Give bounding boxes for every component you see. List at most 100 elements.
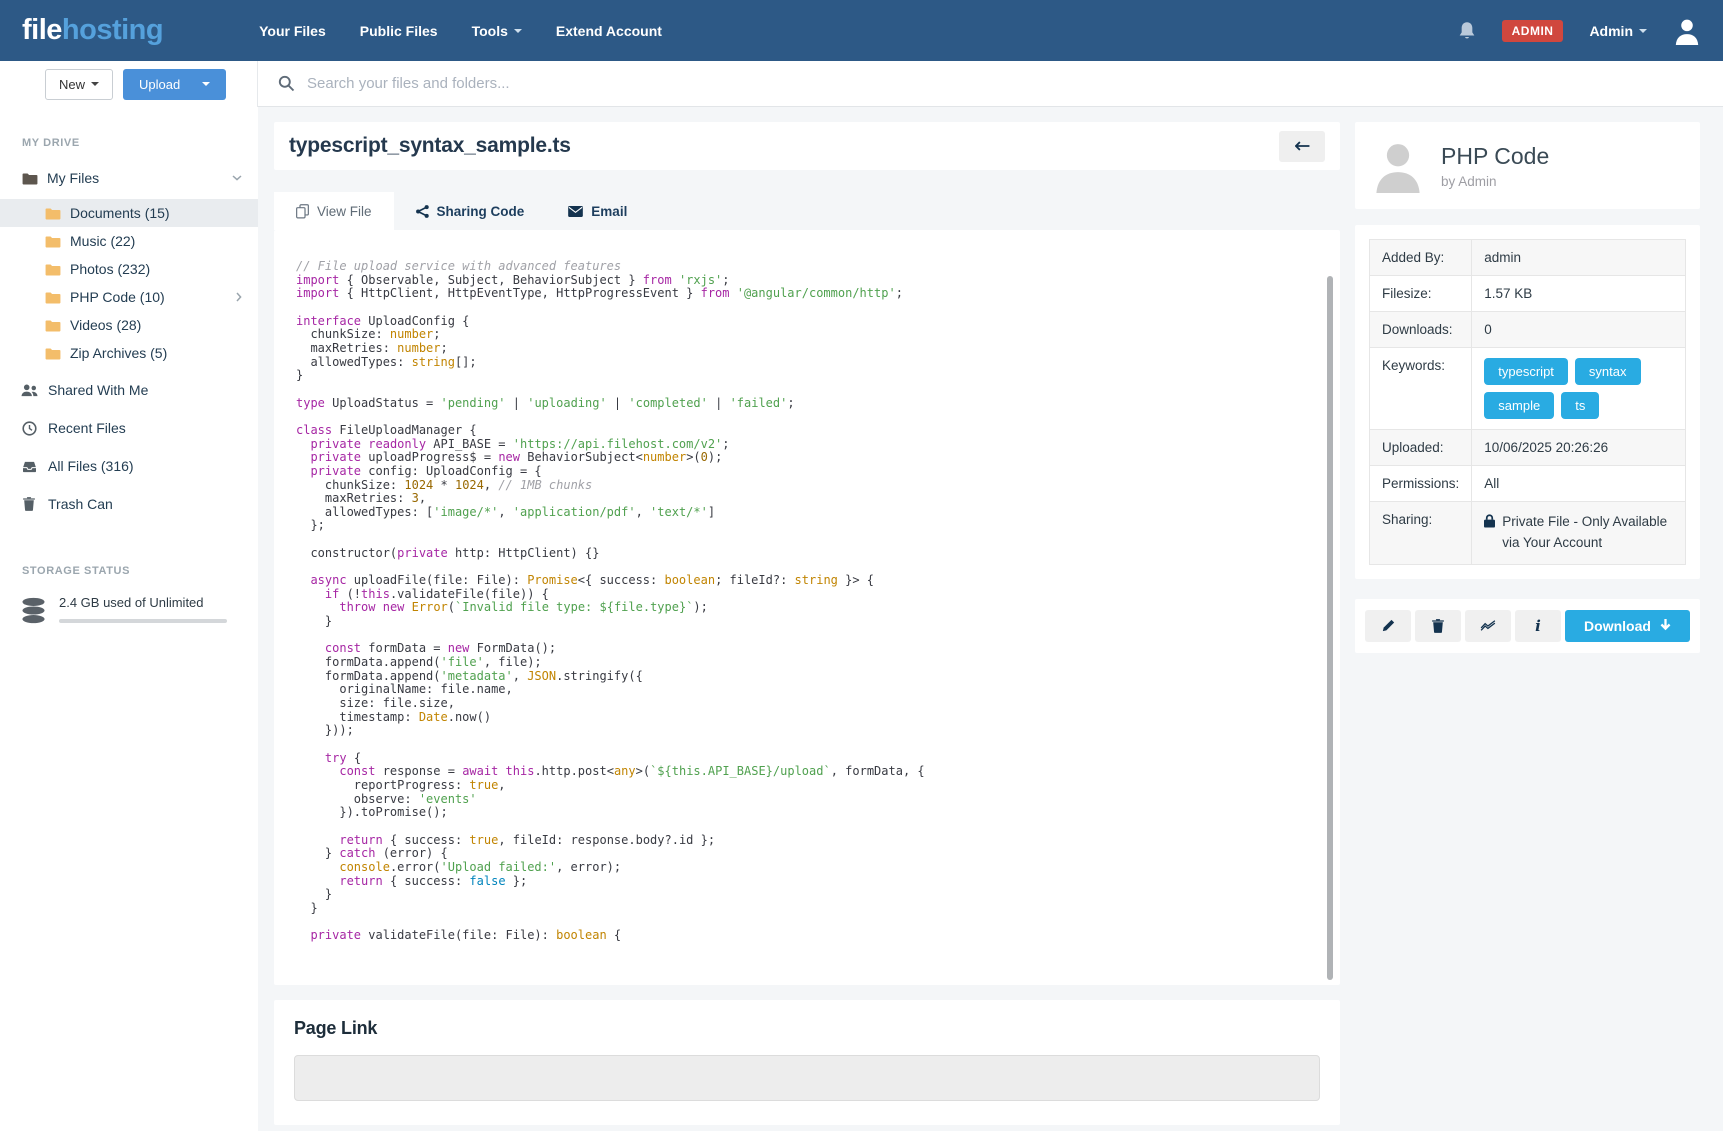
folder-label: Music (22) bbox=[70, 233, 135, 249]
nav-public-files[interactable]: Public Files bbox=[360, 23, 438, 39]
sidebar-folder-photos-232[interactable]: Photos (232) bbox=[0, 255, 258, 283]
code-line: const formData = new FormData(); bbox=[296, 642, 1320, 656]
sidebar-item-trash-can[interactable]: Trash Can bbox=[0, 489, 258, 519]
sidebar-folder-videos-28[interactable]: Videos (28) bbox=[0, 311, 258, 339]
keyword-badge-ts[interactable]: ts bbox=[1561, 392, 1599, 419]
tab-view-file[interactable]: View File bbox=[274, 192, 394, 230]
code-line bbox=[296, 916, 1320, 930]
code-line: import { Observable, Subject, BehaviorSu… bbox=[296, 274, 1320, 288]
new-button[interactable]: New bbox=[45, 69, 113, 100]
trash-icon bbox=[1432, 619, 1444, 633]
user-avatar[interactable] bbox=[1673, 17, 1701, 45]
code-line: } bbox=[296, 369, 1320, 383]
nav-your-files[interactable]: Your Files bbox=[259, 23, 326, 39]
sidebar-folder-documents-15[interactable]: Documents (15) bbox=[0, 199, 258, 227]
tab-email[interactable]: Email bbox=[546, 192, 649, 230]
detail-row-uploaded: Uploaded:10/06/2025 20:26:26 bbox=[1370, 430, 1686, 466]
code-line: } bbox=[296, 615, 1320, 629]
code-line: interface UploadConfig { bbox=[296, 315, 1320, 329]
detail-value: Private File - Only Available via Your A… bbox=[1472, 502, 1686, 565]
keyword-badge-typescript[interactable]: typescript bbox=[1484, 358, 1568, 385]
folder-label: Photos (232) bbox=[70, 261, 150, 277]
sidebar-item-shared-with-me[interactable]: Shared With Me bbox=[0, 375, 258, 405]
code-line: chunkSize: 1024 * 1024, // 1MB chunks bbox=[296, 479, 1320, 493]
edit-button[interactable] bbox=[1365, 610, 1411, 642]
trash-icon bbox=[20, 497, 38, 511]
file-details-card: Added By:adminFilesize:1.57 KBDownloads:… bbox=[1355, 225, 1700, 579]
folder-icon bbox=[22, 172, 38, 185]
detail-label: Filesize: bbox=[1370, 276, 1472, 312]
storage-status-header: STORAGE STATUS bbox=[22, 565, 258, 577]
sidebar-folder-zip-archives-5[interactable]: Zip Archives (5) bbox=[0, 339, 258, 367]
folder-icon bbox=[45, 263, 61, 276]
sidebar-item-my-files[interactable]: My Files bbox=[0, 163, 258, 193]
nav-extend-account[interactable]: Extend Account bbox=[556, 23, 662, 39]
upload-button[interactable]: Upload bbox=[123, 69, 226, 100]
code-line: const response = await this.http.post<an… bbox=[296, 765, 1320, 779]
code-line: async uploadFile(file: File): Promise<{ … bbox=[296, 574, 1320, 588]
nav-tools[interactable]: Tools bbox=[472, 23, 522, 39]
sidebar-folder-php-code-10[interactable]: PHP Code (10) bbox=[0, 283, 258, 311]
logo-part-1: file bbox=[22, 14, 62, 46]
app-logo[interactable]: filehosting bbox=[22, 14, 163, 47]
detail-row-added-by: Added By:admin bbox=[1370, 240, 1686, 276]
copy-icon bbox=[296, 204, 309, 219]
sidebar-item-all-files-316[interactable]: All Files (316) bbox=[0, 451, 258, 481]
detail-value: 1.57 KB bbox=[1472, 276, 1686, 312]
code-line: constructor(private http: HttpClient) {} bbox=[296, 547, 1320, 561]
sidebar-item-label: Trash Can bbox=[48, 496, 113, 512]
code-line: } catch (error) { bbox=[296, 847, 1320, 861]
notifications-bell-icon[interactable] bbox=[1458, 21, 1476, 41]
code-line bbox=[296, 301, 1320, 315]
download-button[interactable]: Download bbox=[1565, 610, 1690, 642]
folder-label: Zip Archives (5) bbox=[70, 345, 167, 361]
sidebar-items: Shared With Me Recent Files All Files (316… bbox=[0, 367, 258, 519]
sidebar: New Upload MY DRIVE My Files Documents (… bbox=[0, 61, 258, 1131]
user-menu-label: Admin bbox=[1589, 23, 1633, 39]
page-link-input[interactable] bbox=[294, 1055, 1320, 1101]
code-line bbox=[296, 820, 1320, 834]
admin-badge[interactable]: ADMIN bbox=[1502, 20, 1564, 42]
file-info-button[interactable]: i bbox=[1515, 610, 1561, 642]
user-menu[interactable]: Admin bbox=[1589, 23, 1647, 39]
keyword-badge-syntax[interactable]: syntax bbox=[1575, 358, 1641, 385]
app-root: filehosting Your Files Public Files Tools E… bbox=[0, 0, 1723, 1131]
code-line: chunkSize: number; bbox=[296, 328, 1320, 342]
file-type-title: PHP Code bbox=[1441, 143, 1549, 170]
users-icon bbox=[20, 384, 38, 397]
code-line: private config: UploadConfig = { bbox=[296, 465, 1320, 479]
database-icon bbox=[20, 597, 47, 624]
detail-value: admin bbox=[1472, 240, 1686, 276]
content-column: typescript_syntax_sample.ts View FileSha… bbox=[258, 61, 1723, 1131]
folder-label: Videos (28) bbox=[70, 317, 141, 333]
storage-status: 2.4 GB used of Unlimited bbox=[0, 595, 258, 624]
code-line: formData.append('metadata', JSON.stringi… bbox=[296, 670, 1320, 684]
sidebar-folder-music-22[interactable]: Music (22) bbox=[0, 227, 258, 255]
code-line: import { HttpClient, HttpEventType, Http… bbox=[296, 287, 1320, 301]
file-owner-card: PHP Code by Admin bbox=[1355, 122, 1700, 209]
delete-button[interactable] bbox=[1415, 610, 1461, 642]
statistics-button[interactable] bbox=[1465, 610, 1511, 642]
detail-row-downloads: Downloads:0 bbox=[1370, 312, 1686, 348]
download-arrow-icon bbox=[1660, 619, 1671, 632]
sidebar-item-label: Shared With Me bbox=[48, 382, 148, 398]
keyword-badge-sample[interactable]: sample bbox=[1484, 392, 1554, 419]
detail-label: Downloads: bbox=[1370, 312, 1472, 348]
owner-avatar bbox=[1371, 138, 1425, 194]
code-line bbox=[296, 560, 1320, 574]
detail-label: Uploaded: bbox=[1370, 430, 1472, 466]
file-actions-card: iDownload bbox=[1355, 599, 1700, 653]
top-navbar: filehosting Your Files Public Files Tools E… bbox=[0, 0, 1723, 61]
details-panel: PHP Code by Admin Added By:adminFilesize… bbox=[1355, 122, 1700, 653]
detail-label: Sharing: bbox=[1370, 502, 1472, 565]
upload-button-label: Upload bbox=[139, 77, 180, 92]
code-line: allowedTypes: ['image/*', 'application/p… bbox=[296, 506, 1320, 520]
search-input[interactable] bbox=[307, 75, 1703, 92]
back-button[interactable] bbox=[1279, 131, 1325, 162]
sidebar-item-recent-files[interactable]: Recent Files bbox=[0, 413, 258, 443]
tab-sharing-code[interactable]: Sharing Code bbox=[394, 192, 547, 230]
code-scrollbar[interactable] bbox=[1327, 276, 1333, 980]
code-line: return { success: false }; bbox=[296, 875, 1320, 889]
content-grid: typescript_syntax_sample.ts View FileSha… bbox=[258, 107, 1723, 1125]
sidebar-item-label: Recent Files bbox=[48, 420, 126, 436]
